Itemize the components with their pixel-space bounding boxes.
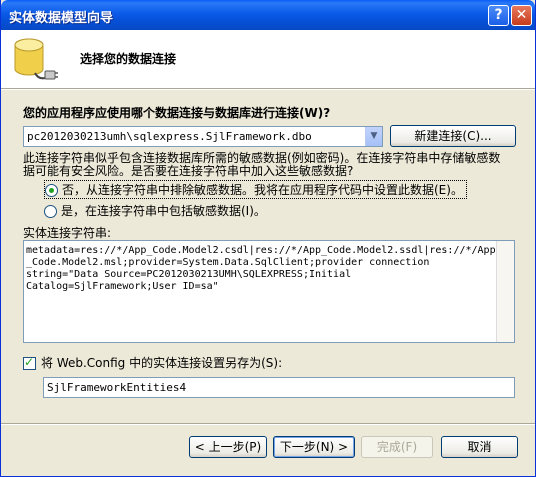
back-button[interactable]: < 上一步(P) — [189, 436, 267, 458]
connection-string-line: Catalog=SjlFramework;User ID=sa" — [26, 281, 219, 292]
connection-string-box[interactable]: metadata=res://*/App_Code.Model2.csdl|re… — [23, 240, 515, 343]
radio-exclude-sensitive[interactable]: 否，从连接字符串中排除敏感数据。我将在应用程序代码中设置此数据(E)。 — [44, 180, 467, 199]
radio-include-sensitive[interactable]: 是，在连接字符串中包括敏感数据(I)。 — [44, 202, 266, 219]
connection-string-line: string="Data Source=PC2012030213UMH\SQLE… — [26, 269, 352, 280]
connection-string-line: metadata=res://*/App_Code.Model2.csdl|re… — [26, 245, 496, 256]
scrollbar[interactable] — [496, 241, 514, 342]
next-button[interactable]: 下一步(N) > — [273, 436, 355, 458]
info-line: 据可能有安全风险。是否要在连接字符串中加入这些敏感数据? — [23, 164, 354, 178]
sensitive-data-info: 此连接字符串似乎包含连接数据库所需的敏感数据(例如密码)。在连接字符串中存储敏感… — [23, 152, 523, 178]
radio-button[interactable] — [45, 184, 58, 197]
connection-select-value: pc2012030213umh\sqlexpress.SjlFramework.… — [27, 130, 312, 143]
window-title: 实体数据模型向导 — [9, 11, 114, 26]
connection-string-label: 实体连接字符串: — [23, 226, 112, 240]
help-button[interactable]: ? — [488, 5, 509, 26]
save-setting-row[interactable]: ✓ 将 Web.Config 中的实体连接设置另存为(S): — [23, 354, 282, 371]
wizard-header: 选择您的数据连接 — [1, 30, 535, 88]
cancel-button[interactable]: 取消 — [441, 436, 518, 458]
database-icon — [14, 38, 58, 80]
title-bar: 实体数据模型向导 ? ✕ — [1, 0, 535, 30]
connection-string-text: metadata=res://*/App_Code.Model2.csdl|re… — [26, 245, 496, 293]
radio-button[interactable] — [44, 205, 57, 218]
header-divider — [1, 88, 535, 90]
entity-name-value: SjlFrameworkEntities4 — [47, 381, 187, 394]
connection-question: 您的应用程序应使用哪个数据连接与数据库进行连接(W)? — [23, 106, 331, 120]
finish-button[interactable]: 完成(F) — [361, 436, 433, 458]
radio-label: 是，在连接字符串中包括敏感数据(I)。 — [61, 204, 266, 218]
close-button[interactable]: ✕ — [511, 5, 532, 26]
entity-name-input[interactable]: SjlFrameworkEntities4 — [43, 377, 515, 398]
connection-select[interactable]: pc2012030213umh\sqlexpress.SjlFramework.… — [23, 126, 383, 147]
save-setting-checkbox[interactable]: ✓ — [23, 355, 36, 370]
connection-string-line: _Code.Model2.msl;provider=System.Data.Sq… — [26, 257, 430, 268]
chevron-down-icon[interactable]: ▼ — [365, 127, 382, 146]
save-setting-label: 将 Web.Config 中的实体连接设置另存为(S): — [41, 356, 283, 370]
entity-data-model-wizard-window: 实体数据模型向导 ? ✕ 选择您的数据连接 您的应用程序应使用哪个数据连接与数据… — [0, 0, 536, 477]
page-title: 选择您的数据连接 — [80, 52, 177, 66]
footer-divider — [1, 423, 535, 425]
radio-label: 否，从连接字符串中排除敏感数据。我将在应用程序代码中设置此数据(E)。 — [62, 183, 463, 197]
checkmark-icon: ✓ — [24, 355, 35, 369]
new-connection-button[interactable]: 新建连接(C)... — [390, 125, 516, 147]
